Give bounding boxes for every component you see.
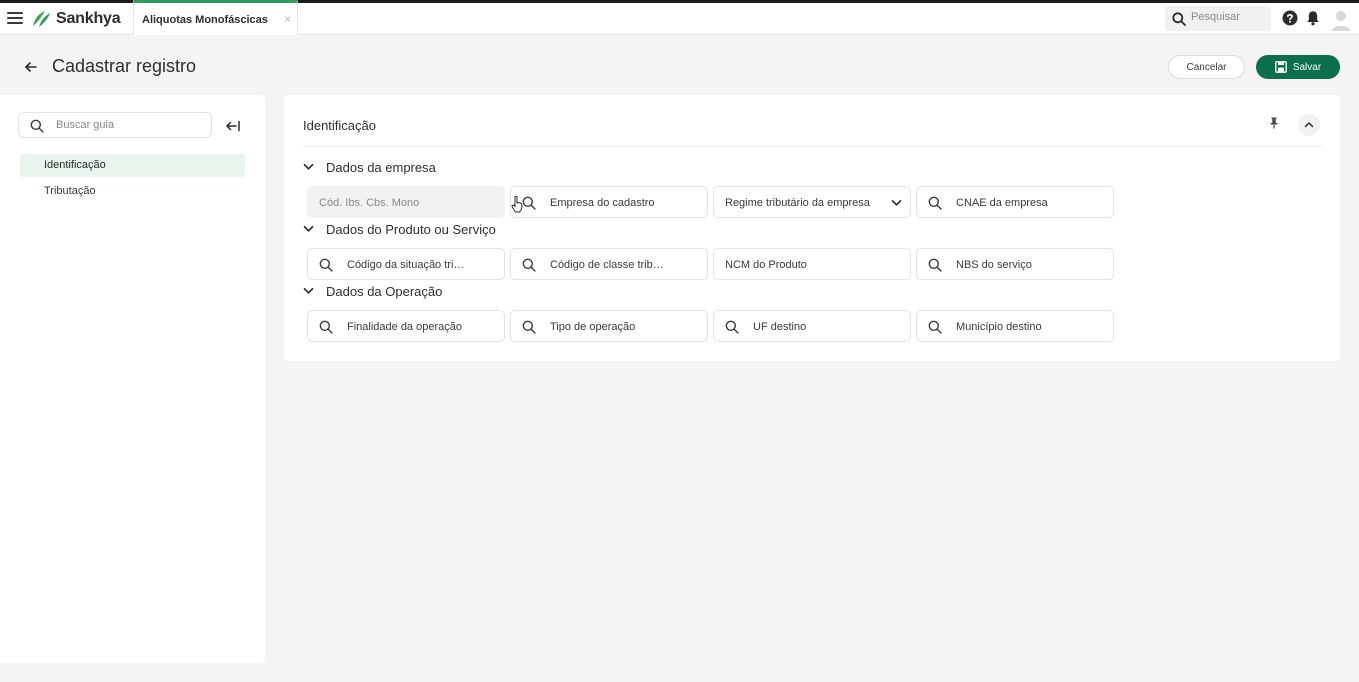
cnae-empresa-field[interactable]: CNAE da empresa [916,186,1114,218]
municipio-destino-field[interactable]: Município destino [916,310,1114,342]
back-arrow-icon[interactable] [22,58,40,76]
chevron-down-icon [891,199,902,206]
finalidade-operacao-field[interactable]: Finalidade da operação [307,310,505,342]
global-search[interactable] [1165,6,1271,31]
field-label: Código de classe tributária [550,259,668,271]
avatar-icon[interactable] [1331,9,1351,31]
field-label: NBS do serviço [956,259,1032,271]
guide-search[interactable] [18,112,212,138]
brand-name: Sankhya [56,10,121,27]
tab-label: Aliquotas Monofáscicas [142,14,268,26]
field-label: NCM do Produto [725,259,807,271]
chevron-down-icon [303,287,314,294]
field-label: Município destino [956,321,1042,333]
page-title: Cadastrar registro [52,56,197,76]
codigo-classe-tributaria-field[interactable]: Código de classe tributária [510,248,708,280]
section-dados-empresa[interactable]: Dados da empresa [303,158,436,176]
search-icon [522,320,536,334]
field-label: Regime tributário da empresa [725,197,870,209]
empresa-cadastro-field[interactable]: Empresa do cadastro [510,186,708,218]
field-label: Cód. Ibs. Cbs. Mono [319,197,420,209]
chevron-down-icon [303,225,314,232]
section-title: Dados do Produto ou Serviço [326,221,496,237]
search-icon [1172,12,1186,26]
pin-icon[interactable] [1267,116,1281,130]
chevron-up-icon [1304,122,1314,128]
cod-ibs-cbs-mono-field: Cód. Ibs. Cbs. Mono [307,186,505,218]
global-search-input[interactable] [1191,11,1267,23]
section-title: Dados da empresa [326,159,436,175]
search-icon [319,320,333,334]
collapse-card-button[interactable] [1298,114,1320,136]
field-label: Tipo de operação [550,321,636,333]
codigo-situacao-tributaria-field[interactable]: Código da situação tributária [307,248,505,280]
cancel-button[interactable]: Cancelar [1168,55,1245,79]
search-icon [319,258,333,272]
search-icon [522,258,536,272]
brand-logo[interactable]: Sankhya [30,9,121,29]
help-icon[interactable] [1282,10,1298,26]
uf-destino-field[interactable]: UF destino [713,310,911,342]
save-button[interactable]: Salvar [1256,55,1340,79]
section-dados-produto-servico[interactable]: Dados do Produto ou Serviço [303,220,496,238]
ncm-produto-field[interactable]: NCM do Produto [713,248,911,280]
search-icon [522,196,536,210]
guide-search-input[interactable] [56,119,206,131]
search-icon [928,258,942,272]
field-label: Empresa do cadastro [550,197,655,209]
save-icon [1274,61,1287,73]
search-icon [928,320,942,334]
card-divider [303,146,1322,147]
sidebar-item-tributacao[interactable]: Tributação [20,180,245,203]
field-label: UF destino [753,321,807,333]
card-title: Identificação [303,118,376,133]
search-icon [725,320,739,334]
chevron-down-icon [303,163,314,170]
sankhya-logo-icon [33,11,50,27]
field-label: Código da situação tributária [347,259,465,271]
regime-tributario-select[interactable]: Regime tributário da empresa [713,186,911,218]
field-label: CNAE da empresa [956,197,1048,209]
collapse-left-icon[interactable] [225,119,241,133]
section-title: Dados da Operação [326,283,443,299]
menu-icon[interactable] [7,12,23,24]
field-label: Finalidade da operação [347,321,462,333]
search-icon [928,196,942,210]
save-button-label: Salvar [1292,61,1322,73]
sidebar-item-identificacao[interactable]: Identificação [20,154,245,177]
guide-panel: Identificação Tributação [0,95,265,663]
section-dados-operacao[interactable]: Dados da Operação [303,282,442,300]
tipo-operacao-field[interactable]: Tipo de operação [510,310,708,342]
tab-aliquotas[interactable]: Aliquotas Monofáscicas × [133,0,298,35]
identificacao-card: Identificação Dados da empresa Cód. Ibs.… [284,95,1340,361]
bell-icon[interactable] [1306,10,1320,26]
nbs-servico-field[interactable]: NBS do serviço [916,248,1114,280]
top-bar: Sankhya Aliquotas Monofáscicas × [0,0,1359,35]
search-icon [30,119,44,133]
close-tab-icon[interactable]: × [284,12,291,26]
